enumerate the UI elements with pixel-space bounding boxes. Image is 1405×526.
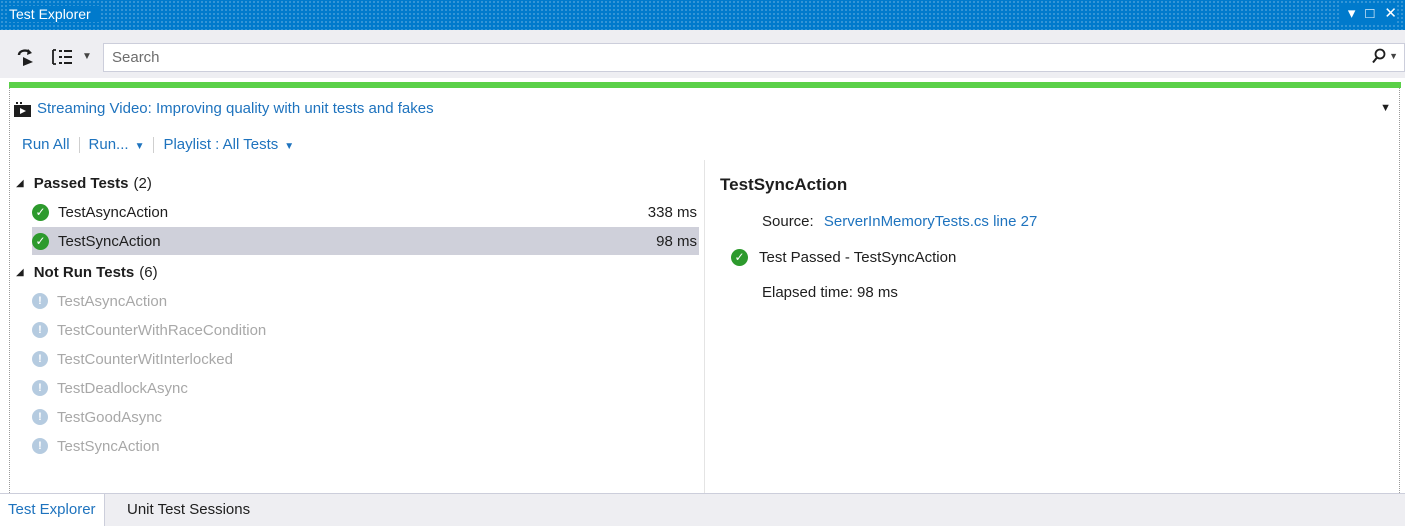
group-count: (6) (139, 264, 158, 281)
test-name: TestSyncAction (57, 437, 160, 455)
tab-test-explorer[interactable]: Test Explorer (0, 494, 105, 526)
test-row[interactable]: ✓ TestSyncAction 98 ms (32, 227, 699, 255)
tab-unit-test-sessions[interactable]: Unit Test Sessions (119, 494, 258, 526)
run-menu[interactable]: Run... ▼ (89, 136, 145, 153)
group-label: Passed Tests (33, 175, 129, 192)
window-menu-dropdown-icon[interactable]: ▾ (1348, 4, 1356, 24)
chevron-down-icon: ▼ (284, 141, 295, 152)
test-passed-icon: ✓ (32, 203, 49, 221)
test-name: TestAsyncAction (57, 292, 168, 310)
test-row[interactable]: ✓ TestAsyncAction 338 ms (32, 198, 699, 226)
detail-title: TestSyncAction (720, 175, 848, 194)
group-by-dropdown-icon[interactable]: ▼ (82, 51, 92, 62)
test-not-run-icon: ! (32, 438, 48, 454)
test-duration: 98 ms (656, 232, 697, 250)
action-bar: Run All Run... ▼ Playlist : All Tests ▼ (22, 136, 294, 153)
pane-splitter[interactable] (704, 160, 705, 493)
search-icon (1372, 48, 1386, 64)
test-not-run-icon: ! (32, 293, 48, 309)
status-text: Test Passed - TestSyncAction (759, 249, 957, 266)
test-row[interactable]: ! TestCounterWithRaceCondition (32, 316, 699, 344)
search-box: ▼ (103, 43, 1405, 72)
test-row[interactable]: ! TestAsyncAction (32, 287, 699, 315)
search-dropdown-icon: ▼ (1389, 51, 1398, 61)
group-header-not-run[interactable]: ◢ Not Run Tests (6) (16, 264, 158, 281)
group-by-icon[interactable] (51, 47, 75, 71)
run-label: Run... (88, 136, 129, 153)
close-icon[interactable]: ✕ (1384, 4, 1397, 24)
test-row[interactable]: ! TestGoodAsync (32, 403, 699, 431)
source-link[interactable]: ServerInMemoryTests.cs line 27 (824, 213, 1037, 230)
run-tests-after-build-icon[interactable] (16, 47, 36, 71)
group-count: (2) (133, 175, 152, 192)
chevron-down-icon: ▼ (134, 141, 145, 152)
expand-triangle-icon[interactable]: ◢ (16, 267, 24, 278)
test-row[interactable]: ! TestDeadlockAsync (32, 374, 699, 402)
playlist-menu[interactable]: Playlist : All Tests ▼ (163, 136, 294, 153)
maximize-icon[interactable]: □ (1365, 4, 1374, 24)
expand-triangle-icon[interactable]: ◢ (16, 178, 24, 189)
run-all-link[interactable]: Run All (22, 136, 70, 153)
detail-source: Source: ServerInMemoryTests.cs line 27 (762, 213, 1037, 230)
video-banner: Streaming Video: Improving quality with … (14, 100, 434, 117)
video-icon (14, 101, 31, 117)
test-row[interactable]: ! TestCounterWitInterlocked (32, 345, 699, 373)
test-name: TestCounterWitInterlocked (57, 350, 233, 368)
test-name: TestAsyncAction (58, 203, 169, 221)
test-duration: 338 ms (647, 203, 697, 221)
test-name: TestGoodAsync (57, 408, 163, 426)
source-label: Source: (762, 213, 814, 230)
test-not-run-icon: ! (32, 380, 48, 396)
streaming-video-link[interactable]: Streaming Video: Improving quality with … (37, 100, 434, 117)
title-bar: Test Explorer ▾ □ ✕ (0, 0, 1405, 30)
test-passed-icon: ✓ (32, 232, 49, 250)
group-label: Not Run Tests (33, 264, 135, 281)
test-not-run-icon: ! (32, 322, 48, 338)
test-not-run-icon: ! (32, 351, 48, 367)
separator (153, 136, 155, 153)
detail-status: ✓ Test Passed - TestSyncAction (731, 249, 956, 266)
test-passed-icon: ✓ (731, 249, 748, 266)
banner-collapse-icon[interactable]: ▼ (1380, 102, 1391, 114)
elapsed-time: Elapsed time: 98 ms (762, 284, 898, 301)
test-name: TestDeadlockAsync (57, 379, 188, 397)
group-header-passed[interactable]: ◢ Passed Tests (2) (16, 175, 152, 192)
window-controls: ▾ □ ✕ (1339, 4, 1397, 24)
test-row[interactable]: ! TestSyncAction (32, 432, 699, 460)
test-name: TestCounterWithRaceCondition (57, 321, 267, 339)
test-name: TestSyncAction (58, 232, 161, 250)
separator (78, 136, 80, 153)
window-title: Test Explorer (9, 6, 99, 22)
search-options[interactable]: ▼ (1372, 48, 1398, 64)
playlist-label: Playlist : All Tests (163, 136, 279, 153)
bottom-tab-bar: Test Explorer Unit Test Sessions (0, 493, 1405, 526)
test-not-run-icon: ! (32, 409, 48, 425)
search-input[interactable] (110, 48, 1354, 67)
